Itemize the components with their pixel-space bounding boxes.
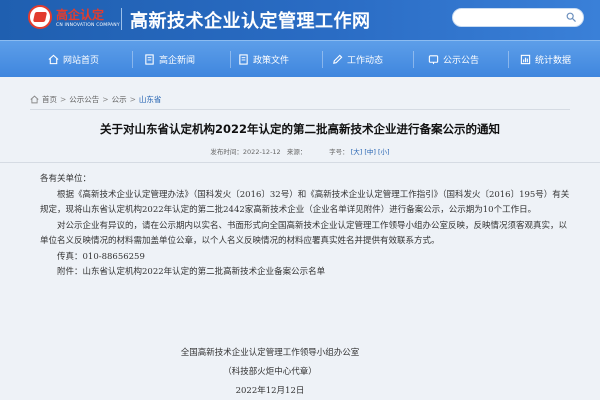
nav-item-label: 工作动态: [347, 56, 384, 66]
nav-item-label: 统计数据: [535, 56, 572, 66]
fax-line: 传真：010-88656259: [57, 251, 145, 262]
font-size-large-link[interactable]: [大]: [351, 148, 363, 156]
document-icon: [145, 54, 154, 65]
nav-item-label: 网站首页: [63, 56, 100, 66]
signature-date: 2022年12月12日: [235, 386, 305, 396]
announcement-icon: [428, 55, 439, 65]
nav-divider: [322, 51, 323, 68]
chart-icon: [520, 54, 531, 65]
salutation: 各有关单位：: [40, 174, 92, 184]
logo-text: 高企认定: [56, 8, 105, 22]
site-logo[interactable]: 高企认定 CN INNOVATION COMPANY: [28, 3, 120, 35]
site-title: 高新技术企业认定管理工作网: [130, 11, 371, 32]
signature-seal-note: （科技部火炬中心代章）: [223, 367, 317, 377]
breadcrumb-link-home[interactable]: 首页: [42, 94, 57, 105]
attachment-link[interactable]: 附件：山东省认定机构2022年认定的第二批高新技术企业备案公示名单: [40, 265, 570, 281]
paragraph: 对公示企业有异议的，请在公示期内以实名、书面形式向全国高新技术企业认定管理工作领…: [40, 220, 568, 247]
logo-emblem-icon: [28, 5, 52, 29]
search-icon[interactable]: [566, 12, 576, 22]
pencil-icon: [333, 54, 343, 64]
breadcrumb: 首页 > 公示公告 > 公示 > 山东省: [30, 92, 161, 106]
search-input[interactable]: [452, 8, 584, 27]
font-size-medium-link[interactable]: [中]: [364, 148, 376, 156]
article-title: 关于对山东省认定机构2022年认定的第二批高新技术企业进行备案公示的通知: [99, 122, 500, 136]
nav-item-label: 政策文件: [253, 56, 290, 66]
source-label: 来源：: [286, 148, 307, 156]
nav-item-policy[interactable]: 政策文件: [238, 41, 289, 78]
breadcrumb-link-notice[interactable]: 公示: [112, 94, 127, 105]
breadcrumb-link-announcements[interactable]: 公示公告: [69, 94, 99, 105]
main-nav: 网站首页 高企新闻 政策文件 工作动态 公示公告 统计数据: [0, 40, 600, 77]
site-header: 高企认定 CN INNOVATION COMPANY 高新技术企业认定管理工作网: [0, 0, 600, 40]
document-icon: [239, 54, 248, 65]
breadcrumb-separator: >: [60, 94, 67, 104]
article-body: 各有关单位： 根据《高新技术企业认定管理办法》（国科发火〔2016〕32号）和《…: [40, 172, 570, 281]
breadcrumb-current[interactable]: 山东省: [139, 94, 162, 105]
home-icon: [30, 95, 39, 103]
breadcrumb-separator: >: [129, 94, 136, 104]
nav-item-statistics[interactable]: 统计数据: [520, 41, 571, 78]
nav-divider: [230, 51, 231, 68]
home-icon: [48, 54, 59, 65]
header-divider: [121, 8, 122, 30]
signature-org: 全国高新技术企业认定管理工作领导小组办公室: [180, 348, 360, 358]
nav-item-label: 公示公告: [443, 56, 480, 66]
article-divider: [0, 162, 600, 163]
nav-item-work[interactable]: 工作动态: [332, 41, 383, 78]
nav-divider: [413, 51, 414, 68]
nav-item-home[interactable]: 网站首页: [48, 41, 99, 78]
logo-subtext: CN INNOVATION COMPANY: [56, 23, 120, 28]
publish-date: 2022-12-12: [242, 148, 281, 156]
paragraph: 根据《高新技术企业认定管理办法》（国科发火〔2016〕32号）和《高新技术企业认…: [40, 189, 570, 216]
article-meta: 发布时间：2022-12-12 来源： 字号： [大] [中] [小]: [0, 146, 600, 156]
breadcrumb-divider: [30, 109, 570, 110]
nav-divider: [132, 51, 133, 68]
nav-item-news[interactable]: 高企新闻: [144, 41, 195, 78]
breadcrumb-separator: >: [102, 94, 109, 104]
publish-date-label: 发布时间：: [210, 148, 243, 156]
nav-item-label: 高企新闻: [159, 56, 196, 66]
nav-divider: [508, 51, 509, 68]
font-size-small-link[interactable]: [小]: [378, 148, 390, 156]
nav-item-announcements[interactable]: 公示公告: [428, 41, 479, 78]
font-size-label: 字号：: [329, 148, 349, 156]
